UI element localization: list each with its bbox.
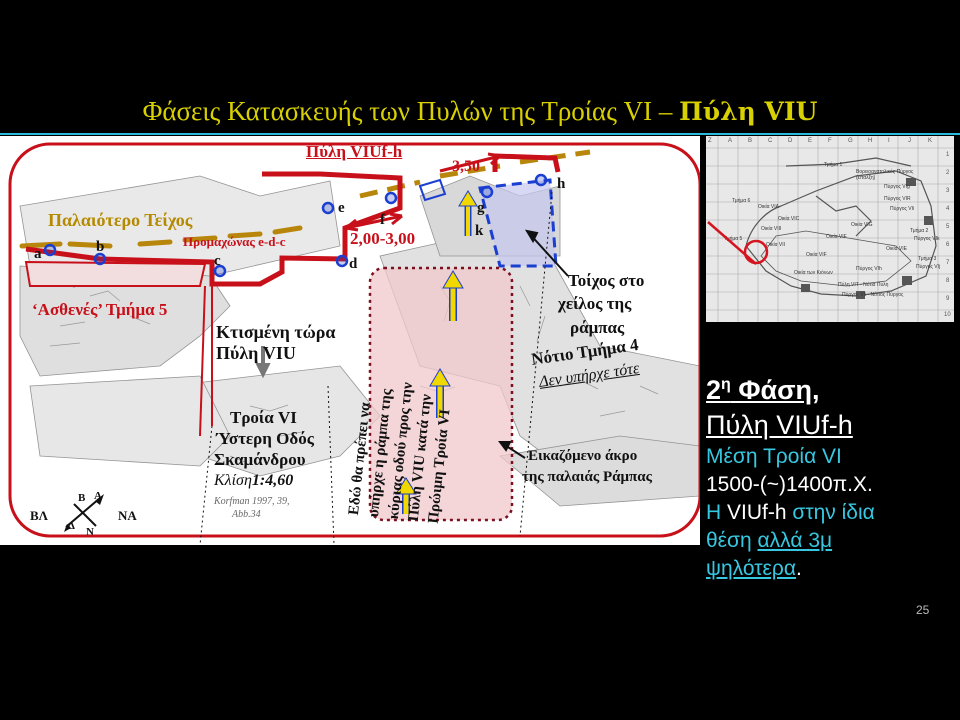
point-g-label: g bbox=[477, 200, 485, 216]
point-h-label: h bbox=[557, 176, 566, 192]
compass-s-label: Ν bbox=[86, 526, 94, 538]
compass-right-label: ΝΑ bbox=[118, 508, 137, 523]
slide-title-bold: Πύλη VIU bbox=[679, 97, 818, 126]
inset-connector bbox=[707, 221, 757, 265]
compass-a-label: Α bbox=[94, 490, 102, 502]
phase-description: 2η Φάση, Πύλη VIUf-h Μέση Τροία VI 1500-… bbox=[706, 368, 956, 583]
dim-350-label: 3,50 bbox=[452, 158, 480, 175]
wall-ramp-label-2: χείλος της bbox=[558, 294, 632, 313]
gate-plan-figure: a b c d e f g k h Πύλη VIUf-h 3,50 Παλαι… bbox=[0, 136, 700, 545]
compass-n-label: Β bbox=[78, 492, 86, 504]
reference-label-2: Abb.34 bbox=[232, 509, 261, 520]
ramp-end-label-1: Εικαζόμενο άκρο bbox=[528, 448, 638, 464]
wall-ramp-label-1: Τοίχος στο bbox=[568, 271, 645, 290]
phase-note-2: θέση αλλά 3μ bbox=[706, 529, 833, 552]
phase-dates: 1500-(~)1400π.Χ. bbox=[706, 473, 873, 496]
title-divider bbox=[0, 133, 960, 135]
weak-section-label: ‘Ασθενές’ Τμήμα 5 bbox=[32, 300, 168, 319]
phase-note-3: ψηλότερα. bbox=[706, 557, 802, 580]
wall-outline bbox=[24, 260, 207, 287]
phase-note-1: Η VIUf-h στην ίδια bbox=[706, 501, 875, 524]
bastion-label: Προμαχώνας e-d-c bbox=[183, 234, 286, 249]
point-b-label: b bbox=[96, 239, 105, 255]
built-now-gate-label: Πύλη VIU bbox=[216, 343, 296, 363]
road-label: Ύστερη Οδός bbox=[216, 429, 314, 448]
phase-gate: Πύλη VIUf-h bbox=[706, 410, 853, 440]
compass-left-label: ΒΛ bbox=[30, 508, 48, 523]
troy-label: Τροία VI bbox=[230, 408, 297, 427]
scamander-label: Σκαμάνδρου bbox=[214, 450, 306, 469]
phase-heading: 2η Φάση, bbox=[706, 375, 820, 405]
point-c-label: c bbox=[214, 253, 221, 269]
gate-name-label: Πύλη VIUf-h bbox=[306, 142, 403, 161]
gate-tower-top bbox=[492, 153, 561, 173]
point-k-label: k bbox=[475, 223, 484, 239]
point-d-label: d bbox=[349, 256, 358, 272]
older-wall-label: Παλαιότερο Τείχος bbox=[48, 210, 193, 230]
wall-ramp-label-3: ράμπας bbox=[570, 318, 625, 337]
point-f-label: f bbox=[380, 212, 385, 228]
ramp-end-label-2: της παλαιάς Ράμπας bbox=[522, 469, 652, 485]
point-a-label: a bbox=[34, 246, 42, 262]
slide-title-main: Φάσεις Κατασκευής των Πυλών της Τροίας V… bbox=[142, 96, 680, 126]
point-e-label: e bbox=[338, 200, 345, 216]
reference-label: Korfman 1997, 39, bbox=[214, 496, 290, 507]
page-number: 25 bbox=[916, 603, 930, 617]
built-now-label: Κτισμένη τώρα bbox=[216, 322, 336, 342]
slope-label: Κλίση1:4,60 bbox=[214, 472, 294, 489]
slide-title: Φάσεις Κατασκευής των Πυλών της Τροίας V… bbox=[0, 96, 960, 127]
compass-d-label: Δ bbox=[68, 520, 75, 532]
phase-period: Μέση Τροία VI bbox=[706, 445, 842, 468]
